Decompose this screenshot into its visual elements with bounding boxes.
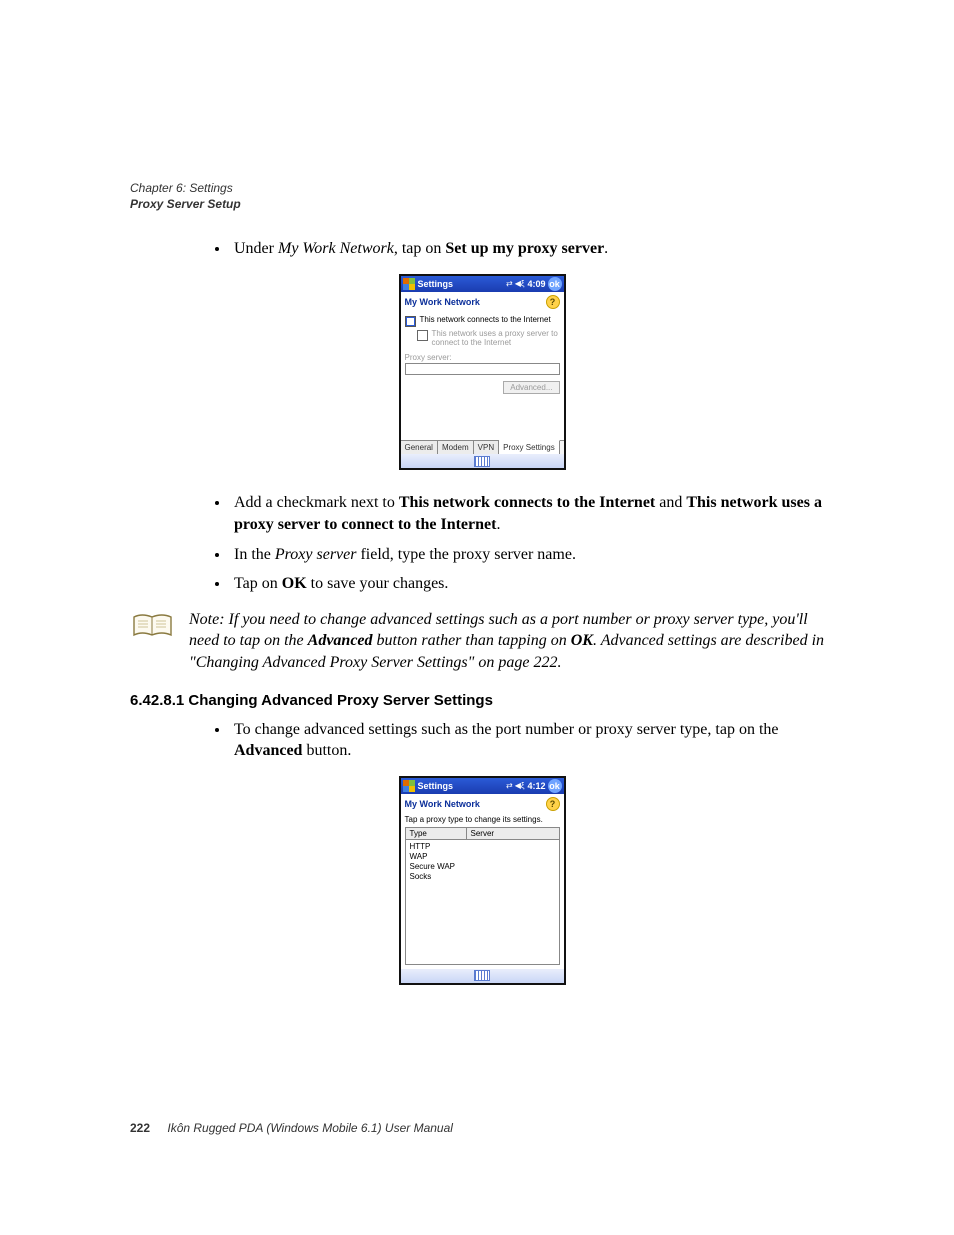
titlebar-time: 4:12 <box>527 781 545 791</box>
list-item[interactable]: HTTP <box>410 842 555 852</box>
tab-vpn[interactable]: VPN <box>474 441 499 454</box>
footer-text: Ikôn Rugged PDA (Windows Mobile 6.1) Use… <box>167 1121 453 1135</box>
volume-icon: ◀ξ <box>515 781 525 790</box>
book-icon <box>130 611 175 648</box>
tab-proxy-settings[interactable]: Proxy Settings <box>499 440 560 454</box>
help-icon[interactable]: ? <box>546 295 560 309</box>
checkbox-label-1: This network connects to the Internet <box>420 315 551 324</box>
bullet-top-1: Under My Work Network, tap on Set up my … <box>230 238 834 260</box>
bullet-mid-2: In the Proxy server field, type the prox… <box>230 544 834 566</box>
tab-bar: General Modem VPN Proxy Settings <box>401 440 564 454</box>
connectivity-icon: ⇄ <box>506 279 513 288</box>
titlebar-title: Settings <box>418 781 454 791</box>
proxy-server-label: Proxy server: <box>405 353 560 362</box>
ok-button[interactable]: ok <box>548 277 562 291</box>
tab-general[interactable]: General <box>401 441 438 454</box>
titlebar-time: 4:09 <box>527 279 545 289</box>
checkbox-uses-proxy[interactable] <box>417 330 428 341</box>
titlebar-title: Settings <box>418 279 454 289</box>
pda-titlebar: Settings ⇄ ◀ξ 4:09 ok <box>401 276 564 292</box>
list-item[interactable]: Socks <box>410 872 555 882</box>
note-text: Note: If you need to change advanced set… <box>189 609 834 674</box>
bullet-bot-1: To change advanced settings such as the … <box>230 719 834 762</box>
checkbox-label-2: This network uses a proxy server to conn… <box>432 329 560 347</box>
section-heading: 6.42.8.1 Changing Advanced Proxy Server … <box>130 692 834 709</box>
header-section: Proxy Server Setup <box>130 196 834 212</box>
ok-button[interactable]: ok <box>548 779 562 793</box>
connectivity-icon: ⇄ <box>506 781 513 790</box>
checkbox-connects-internet[interactable] <box>405 316 416 327</box>
note-block: Note: If you need to change advanced set… <box>130 609 834 674</box>
page-footer: 222 Ikôn Rugged PDA (Windows Mobile 6.1)… <box>130 1121 453 1135</box>
bullet-mid-3: Tap on OK to save your changes. <box>230 573 834 595</box>
proxy-list-header: Type Server <box>405 827 560 840</box>
list-item[interactable]: Secure WAP <box>410 862 555 872</box>
tab-modem[interactable]: Modem <box>438 441 474 454</box>
help-icon[interactable]: ? <box>546 797 560 811</box>
page-number: 222 <box>130 1121 150 1135</box>
instruction-text: Tap a proxy type to change its settings. <box>405 815 560 824</box>
screenshot-proxy-settings: Settings ⇄ ◀ξ 4:09 ok My Work Network ? … <box>399 274 566 470</box>
list-item[interactable]: WAP <box>410 852 555 862</box>
screen-title: My Work Network <box>405 297 480 307</box>
keyboard-icon[interactable] <box>474 456 490 467</box>
proxy-server-input[interactable] <box>405 363 560 375</box>
volume-icon: ◀ξ <box>515 279 525 288</box>
column-server[interactable]: Server <box>466 827 560 840</box>
keyboard-icon[interactable] <box>474 970 490 981</box>
screen-title: My Work Network <box>405 799 480 809</box>
start-icon <box>403 780 415 792</box>
advanced-button[interactable]: Advanced... <box>503 381 559 394</box>
bullet-mid-1: Add a checkmark next to This network con… <box>230 492 834 535</box>
header-chapter: Chapter 6: Settings <box>130 180 834 196</box>
pda-titlebar: Settings ⇄ ◀ξ 4:12 ok <box>401 778 564 794</box>
running-header: Chapter 6: Settings Proxy Server Setup <box>130 180 834 212</box>
start-icon <box>403 278 415 290</box>
proxy-list: HTTP WAP Secure WAP Socks <box>405 840 560 965</box>
column-type[interactable]: Type <box>405 827 466 840</box>
screenshot-advanced-proxy: Settings ⇄ ◀ξ 4:12 ok My Work Network ? … <box>399 776 566 985</box>
